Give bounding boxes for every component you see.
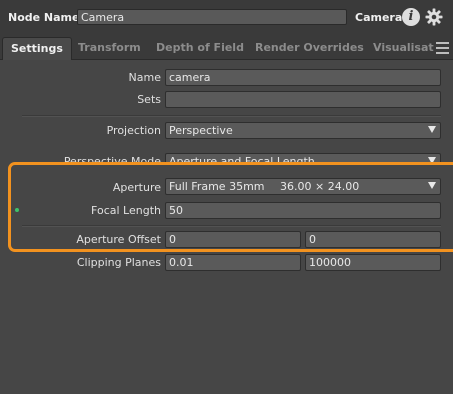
tab-menu-icon[interactable]: [436, 42, 449, 55]
tab-transform[interactable]: Transform: [78, 41, 141, 54]
clipping-planes-label: Clipping Planes: [76, 256, 161, 269]
aperture-preset: Full Frame 35mm: [169, 180, 265, 193]
info-icon[interactable]: i: [402, 8, 420, 26]
name-field[interactable]: camera: [165, 69, 441, 86]
aperture-offset-x-field[interactable]: 0: [165, 231, 301, 248]
aperture-label: Aperture: [112, 181, 161, 194]
clipping-near-field[interactable]: 0.01: [165, 254, 301, 271]
aperture-dropdown[interactable]: Full Frame 35mm 36.00 × 24.00: [165, 178, 441, 195]
aperture-offset-label: Aperture Offset: [76, 233, 161, 246]
chevron-down-icon: [428, 157, 436, 164]
name-label: Name: [128, 71, 161, 84]
camera-node-editor: Node Name Camera Camera i Settings Trans…: [0, 0, 453, 394]
tab-render-overrides[interactable]: Render Overrides: [255, 41, 364, 54]
tab-settings[interactable]: Settings: [2, 37, 72, 60]
node-type-label: Camera: [355, 11, 403, 24]
focal-length-field[interactable]: 50: [165, 202, 441, 219]
aperture-dimensions: 36.00 × 24.00: [280, 180, 360, 193]
separator: [22, 115, 441, 117]
keyed-indicator: [15, 208, 19, 212]
sets-field[interactable]: [165, 91, 441, 108]
tab-visualisation[interactable]: Visualisation: [373, 41, 434, 54]
highlight-mask: [11, 165, 453, 171]
node-name-input[interactable]: Camera: [77, 9, 347, 25]
chevron-down-icon: [428, 182, 436, 189]
chevron-down-icon: [428, 126, 436, 133]
tab-strip: Settings Transform Depth of Field Render…: [0, 37, 434, 60]
settings-panel: Name camera Sets Projection Perspective …: [0, 60, 453, 394]
focal-length-label: Focal Length: [91, 204, 161, 217]
clipping-far-field[interactable]: 100000: [305, 254, 441, 271]
node-name-label: Node Name: [8, 11, 80, 24]
tab-depth-of-field[interactable]: Depth of Field: [156, 41, 244, 54]
projection-label: Projection: [106, 124, 161, 137]
projection-value: Perspective: [169, 124, 233, 137]
gear-icon[interactable]: [425, 8, 443, 26]
node-header: Node Name Camera Camera i: [0, 0, 453, 36]
projection-dropdown[interactable]: Perspective: [165, 122, 441, 139]
sets-label: Sets: [137, 93, 161, 106]
separator: [22, 225, 441, 227]
aperture-offset-y-field[interactable]: 0: [305, 231, 441, 248]
